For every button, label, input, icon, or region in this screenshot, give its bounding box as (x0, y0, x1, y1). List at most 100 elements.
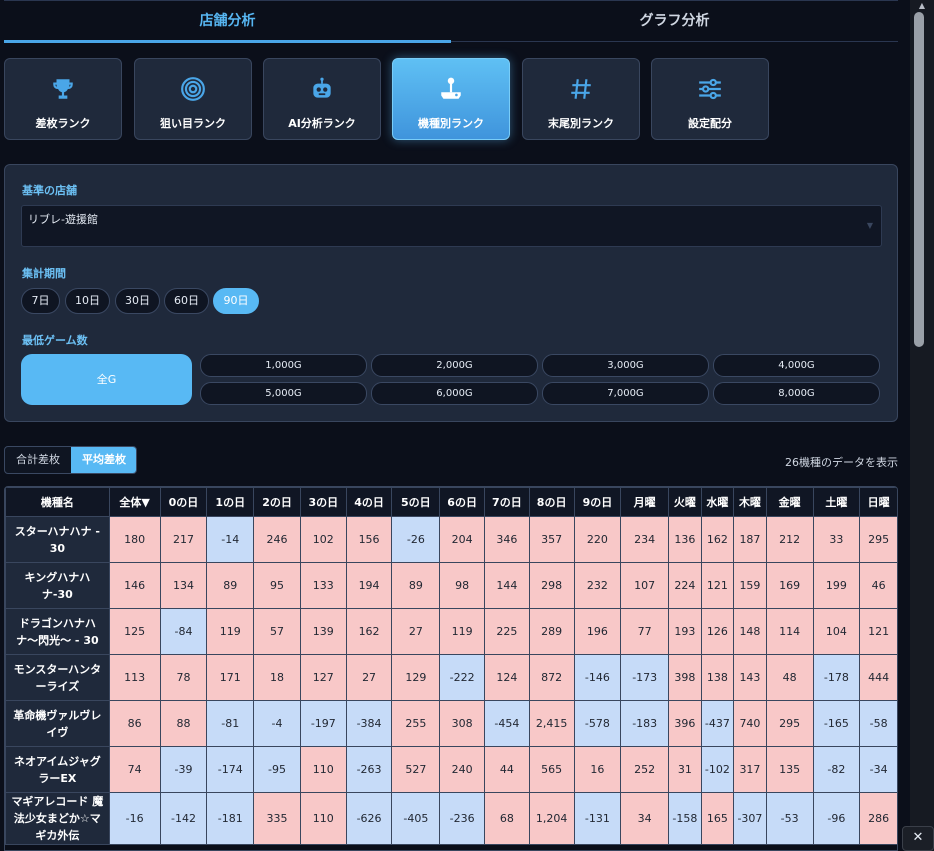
diff-value-cell: 335 (253, 792, 301, 845)
diff-value-cell: 104 (812, 608, 861, 655)
diff-value-cell: 193 (668, 608, 702, 655)
diff-value-cell: 194 (345, 562, 393, 609)
diff-value-cell: 286 (859, 792, 897, 845)
page-scrollbar[interactable]: ▲ (910, 0, 934, 851)
rank-button-ending[interactable]: 末尾別ランク (522, 58, 640, 140)
diff-value-cell: 121 (859, 608, 897, 655)
rank-button-model[interactable]: 機種別ランク (392, 58, 510, 140)
diff-value-cell: 16 (573, 746, 622, 793)
toggle-total-diff[interactable]: 合計差枚 (5, 447, 71, 473)
diff-value-cell: -81 (206, 700, 255, 747)
diff-value-cell: 57 (253, 608, 301, 655)
diff-value-cell: 199 (812, 562, 861, 609)
diff-value-cell: 88 (159, 700, 208, 747)
tab-graph-analysis[interactable]: グラフ分析 (451, 1, 898, 42)
diff-value-cell: 89 (206, 562, 255, 609)
chevron-down-icon: ▼ (866, 221, 873, 230)
table-row[interactable]: ネオアイムジャグラーEX 74 -39 -174 -95 110 -263 527 240 44 5… (5, 746, 897, 793)
diff-value-cell: -165 (812, 700, 861, 747)
min-games-5000[interactable]: 5,000G (200, 382, 367, 405)
period-10[interactable]: 10日 (65, 288, 110, 314)
scrollbar-thumb[interactable] (914, 12, 924, 347)
diff-value-cell: 143 (733, 654, 767, 701)
diff-value-cell: 34 (620, 792, 670, 845)
diff-value-cell: -53 (765, 792, 814, 845)
column-header: 3の日 (299, 487, 347, 517)
diff-value-cell: 246 (253, 516, 301, 563)
diff-value-cell: 180 (108, 516, 161, 563)
period-7[interactable]: 7日 (21, 288, 60, 314)
diff-value-cell: -578 (573, 700, 622, 747)
diff-value-cell: 308 (439, 700, 485, 747)
period-60[interactable]: 60日 (164, 288, 209, 314)
rank-button-label: AI分析ランク (288, 117, 356, 130)
diff-value-cell: -236 (439, 792, 485, 845)
toggle-average-diff[interactable]: 平均差枚 (71, 447, 136, 473)
min-games-all-button[interactable]: 全G (21, 354, 192, 405)
diff-value-cell: 527 (391, 746, 441, 793)
diff-value-cell: -158 (668, 792, 702, 845)
diff-value-cell: 31 (668, 746, 702, 793)
rank-button-label: 末尾別ランク (548, 117, 614, 130)
diff-value-cell: 872 (528, 654, 575, 701)
target-icon (135, 75, 251, 103)
store-select[interactable]: リブレ-遊援館 ▼ (21, 205, 882, 247)
model-rank-table: 機種名 全体▼ 0の日 1の日 2の日 3の日 4の日 5の日 6の日 7の日 8の日 9の日 月曜 火曜… (5, 487, 897, 845)
rank-button-diff[interactable]: 差枚ランク (4, 58, 122, 140)
diff-mode-toggle: 合計差枚 平均差枚 (4, 446, 137, 474)
period-90[interactable]: 90日 (213, 288, 259, 314)
model-name-cell: スターハナハナ - 30 (5, 516, 110, 563)
scroll-up-arrow-icon[interactable]: ▲ (910, 0, 934, 12)
min-games-6000[interactable]: 6,000G (371, 382, 538, 405)
period-30[interactable]: 30日 (115, 288, 160, 314)
diff-value-cell: 107 (620, 562, 670, 609)
column-header[interactable]: 全体▼ (108, 487, 161, 517)
diff-value-cell: 27 (391, 608, 441, 655)
diff-value-cell: 1,204 (528, 792, 575, 845)
diff-value-cell: 317 (733, 746, 767, 793)
table-row[interactable]: キングハナハナ-30 146 134 89 95 133 194 89 98 144 298 232 1… (5, 562, 897, 609)
rank-button-label: 狙い目ランク (160, 117, 226, 130)
diff-value-cell: 98 (439, 562, 485, 609)
diff-value-cell: -14 (206, 516, 255, 563)
column-header-model-name[interactable]: 機種名 (5, 487, 110, 517)
table-row[interactable]: ドラゴンハナハナ〜閃光〜 - 30 125 -84 119 57 139 162 27 119 2… (5, 608, 897, 655)
min-games-3000[interactable]: 3,000G (542, 354, 709, 377)
diff-value-cell: -454 (484, 700, 530, 747)
diff-value-cell: -131 (573, 792, 622, 845)
table-row[interactable]: マギアレコード 魔法少女まどか☆マギカ外伝 -16 -142 -181 335 110 -6… (5, 792, 897, 845)
column-header: 1の日 (206, 487, 255, 517)
tab-store-analysis[interactable]: 店舗分析 (4, 1, 451, 42)
column-header: 8の日 (528, 487, 575, 517)
diff-value-cell: -173 (620, 654, 670, 701)
min-games-1000[interactable]: 1,000G (200, 354, 367, 377)
rank-button-target[interactable]: 狙い目ランク (134, 58, 252, 140)
diff-value-cell: 114 (765, 608, 814, 655)
diff-value-cell: 217 (159, 516, 208, 563)
diff-value-cell: -183 (620, 700, 670, 747)
diff-value-cell: -58 (859, 700, 897, 747)
diff-value-cell: -95 (253, 746, 301, 793)
min-games-2000[interactable]: 2,000G (371, 354, 538, 377)
column-header: 土曜 (812, 487, 861, 517)
diff-value-cell: 165 (700, 792, 735, 845)
rank-button-settings[interactable]: 設定配分 (651, 58, 769, 140)
min-games-4000[interactable]: 4,000G (713, 354, 880, 377)
diff-value-cell: -197 (299, 700, 347, 747)
diff-value-cell: 18 (253, 654, 301, 701)
rank-button-label: 機種別ランク (418, 117, 484, 130)
table-row[interactable]: モンスターハンターライズ 113 78 171 18 127 27 129 -222 124 872… (5, 654, 897, 701)
diff-value-cell: 240 (439, 746, 485, 793)
diff-value-cell: 196 (573, 608, 622, 655)
rank-button-ai[interactable]: AI分析ランク (263, 58, 381, 140)
min-games-8000[interactable]: 8,000G (713, 382, 880, 405)
column-header: 金曜 (765, 487, 814, 517)
close-icon[interactable]: ✕ (902, 826, 934, 851)
diff-value-cell: -39 (159, 746, 208, 793)
diff-value-cell: 162 (345, 608, 393, 655)
table-row[interactable]: 革命機ヴァルヴレイヴ 86 88 -81 -4 -197 -384 255 308 -454 2,4… (5, 700, 897, 747)
model-name-cell: ネオアイムジャグラーEX (5, 746, 110, 793)
diff-value-cell: 232 (573, 562, 622, 609)
min-games-7000[interactable]: 7,000G (542, 382, 709, 405)
table-row[interactable]: スターハナハナ - 30 180 217 -14 246 102 156 -26 204 346 3… (5, 516, 897, 563)
